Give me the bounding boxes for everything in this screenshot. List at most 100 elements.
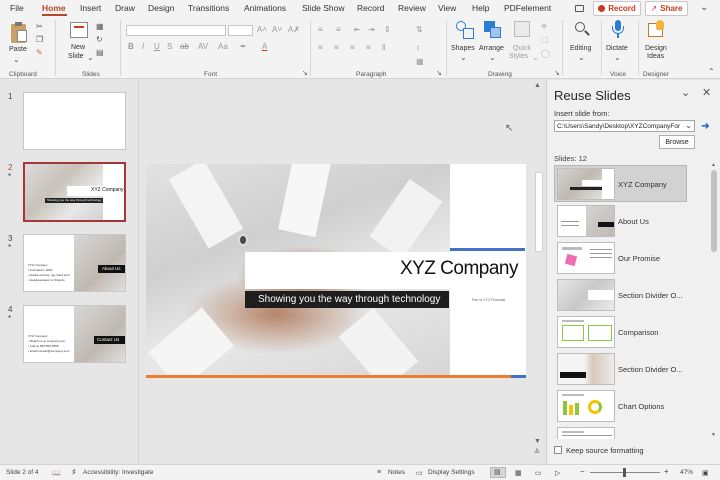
reuse-slide-label[interactable]: About Us bbox=[618, 217, 649, 226]
tab-record[interactable]: Record bbox=[357, 3, 384, 13]
new-slide-icon[interactable] bbox=[70, 22, 88, 38]
quick-styles-button[interactable]: Quick bbox=[513, 45, 531, 53]
tab-draw[interactable]: Draw bbox=[115, 3, 135, 13]
underline-icon[interactable]: U bbox=[154, 42, 160, 52]
zoom-in-icon[interactable]: + bbox=[664, 467, 669, 476]
italic-icon[interactable]: I bbox=[142, 42, 144, 52]
reuse-slide-label[interactable]: Section Divider O... bbox=[618, 365, 683, 374]
font-size-dropdown[interactable] bbox=[228, 25, 253, 36]
shapes-dropdown-icon[interactable]: ⌄ bbox=[460, 53, 467, 63]
font-dialog-launcher-icon[interactable]: ↘ bbox=[302, 69, 308, 79]
reuse-slide-thumb[interactable] bbox=[557, 242, 615, 274]
drawing-dialog-launcher-icon[interactable]: ↘ bbox=[554, 69, 560, 79]
dictate-dropdown-icon[interactable]: ⌄ bbox=[614, 53, 621, 63]
dictate-button[interactable]: Dictate bbox=[606, 45, 628, 53]
shrink-font-icon[interactable]: A˅ bbox=[272, 25, 282, 35]
title-box[interactable]: XYZ Company bbox=[245, 252, 525, 289]
font-color-icon[interactable]: A bbox=[262, 42, 267, 52]
font-name-dropdown[interactable] bbox=[126, 25, 226, 36]
display-settings-button[interactable]: Display Settings bbox=[428, 469, 475, 476]
source-path-dropdown[interactable]: C:\Users\Sandy\Desktop\XYZCompanyFor ⌄ bbox=[554, 120, 695, 132]
character-spacing-icon[interactable]: AV bbox=[198, 42, 208, 52]
tab-transitions[interactable]: Transitions bbox=[188, 3, 229, 13]
design-ideas-icon[interactable] bbox=[648, 20, 666, 40]
slide-sorter-icon[interactable]: ▦ bbox=[515, 469, 522, 477]
strikethrough-icon[interactable]: ab bbox=[180, 42, 189, 52]
clear-formatting-icon[interactable]: A✗ bbox=[288, 25, 300, 35]
reuse-slide-thumb[interactable] bbox=[557, 205, 615, 237]
accessibility-status[interactable]: Accessibility: Investigate bbox=[83, 469, 153, 476]
previous-slide-icon[interactable]: ≙ bbox=[534, 448, 540, 456]
decrease-indent-icon[interactable]: ⇤ bbox=[354, 25, 361, 35]
tab-home[interactable]: Home bbox=[42, 3, 66, 13]
microphone-icon[interactable] bbox=[612, 20, 624, 40]
tab-view[interactable]: View bbox=[438, 3, 456, 13]
comments-button[interactable] bbox=[571, 1, 587, 16]
arrange-icon[interactable] bbox=[484, 21, 502, 39]
new-slide-dropdown-icon[interactable]: ⌄ bbox=[87, 53, 94, 63]
reuse-scroll-down-icon[interactable]: ▼ bbox=[711, 432, 716, 438]
reuse-slide-label[interactable]: Comparison bbox=[618, 328, 658, 337]
design-ideas-button[interactable]: Design bbox=[645, 45, 667, 53]
smartart-icon[interactable]: ▦ bbox=[416, 57, 424, 67]
tab-slide-show[interactable]: Slide Show bbox=[302, 3, 345, 13]
reuse-slide-label[interactable]: Chart Options bbox=[618, 402, 664, 411]
line-spacing-icon[interactable]: ⇕ bbox=[384, 25, 391, 35]
shape-fill-icon[interactable]: ◈ bbox=[541, 21, 547, 31]
tab-review[interactable]: Review bbox=[398, 3, 426, 13]
tab-pdfelement[interactable]: PDFelement bbox=[504, 3, 551, 13]
slide-thumbnail-2[interactable]: XYZ Company Showing you the way through … bbox=[23, 162, 126, 222]
shape-outline-icon[interactable]: ▢ bbox=[541, 35, 549, 45]
align-left-icon[interactable]: ≡ bbox=[318, 43, 323, 53]
reuse-slide-thumb[interactable] bbox=[557, 279, 615, 311]
arrange-dropdown-icon[interactable]: ⌄ bbox=[489, 53, 496, 63]
close-pane-icon[interactable]: ✕ bbox=[702, 86, 711, 99]
bold-icon[interactable]: B bbox=[128, 42, 134, 52]
increase-indent-icon[interactable]: ⇥ bbox=[368, 25, 375, 35]
quick-styles-dropdown-icon[interactable]: ⌄ bbox=[532, 53, 539, 63]
share-button[interactable]: ↗ Share bbox=[645, 1, 688, 16]
reset-icon[interactable]: ↻ bbox=[96, 35, 103, 45]
current-slide[interactable]: XYZ Company Showing you the way through … bbox=[146, 164, 526, 378]
layout-icon[interactable]: ▦ bbox=[96, 22, 104, 32]
format-painter-icon[interactable]: ✎ bbox=[36, 48, 43, 58]
quick-styles-icon[interactable] bbox=[514, 21, 530, 37]
scroll-down-icon[interactable]: ▼ bbox=[534, 438, 541, 445]
reuse-slide-thumb[interactable] bbox=[557, 316, 615, 348]
normal-view-button[interactable]: ▤ bbox=[490, 467, 506, 478]
zoom-slider-thumb[interactable] bbox=[623, 468, 626, 477]
arrange-button[interactable]: Arrange bbox=[479, 45, 504, 53]
paste-icon[interactable] bbox=[9, 22, 29, 44]
record-button[interactable]: Record bbox=[593, 1, 641, 16]
keep-source-formatting-checkbox[interactable] bbox=[554, 446, 562, 454]
paragraph-dialog-launcher-icon[interactable]: ↘ bbox=[436, 69, 442, 79]
shape-effects-icon[interactable]: ◯ bbox=[541, 49, 550, 59]
slideshow-view-icon[interactable]: ▷ bbox=[555, 469, 560, 477]
align-text-icon[interactable]: ↕ bbox=[416, 43, 420, 53]
path-dropdown-icon[interactable]: ⌄ bbox=[683, 121, 692, 130]
highlight-icon[interactable]: ✒ bbox=[240, 42, 247, 52]
bullets-icon[interactable]: ≡ bbox=[318, 25, 323, 35]
shadow-icon[interactable]: S bbox=[167, 42, 172, 52]
design-ideas-button-line2[interactable]: Ideas bbox=[647, 53, 664, 61]
reuse-slide-label[interactable]: Section Divider O... bbox=[618, 291, 683, 300]
cut-icon[interactable]: ✂ bbox=[36, 22, 43, 32]
reuse-slide-label[interactable]: Our Promise bbox=[618, 254, 660, 263]
columns-icon[interactable]: ‖ bbox=[382, 43, 385, 53]
ribbon-options-icon[interactable]: ⌄ bbox=[700, 2, 708, 13]
slide-editing-canvas[interactable]: ↖ XYZ Company Showing you the way throug… bbox=[140, 80, 546, 464]
accessibility-icon[interactable]: ♯ bbox=[72, 469, 76, 476]
grow-font-icon[interactable]: A˄ bbox=[257, 25, 267, 35]
scroll-up-icon[interactable]: ▲ bbox=[534, 82, 541, 89]
slide-thumbnail-1[interactable] bbox=[23, 92, 126, 150]
go-arrow-icon[interactable]: ➜ bbox=[699, 120, 712, 132]
notes-icon[interactable]: ≡ bbox=[377, 469, 381, 476]
paste-button[interactable]: Paste bbox=[9, 46, 27, 54]
tab-design[interactable]: Design bbox=[148, 3, 174, 13]
display-settings-icon[interactable]: ▭ bbox=[416, 469, 423, 477]
editing-dropdown-icon[interactable]: ⌄ bbox=[578, 53, 585, 63]
reuse-slide-thumb[interactable] bbox=[557, 168, 615, 200]
shapes-button[interactable]: Shapes bbox=[451, 45, 475, 53]
align-center-icon[interactable]: ≡ bbox=[334, 43, 339, 53]
new-slide-button[interactable]: New bbox=[71, 44, 85, 52]
